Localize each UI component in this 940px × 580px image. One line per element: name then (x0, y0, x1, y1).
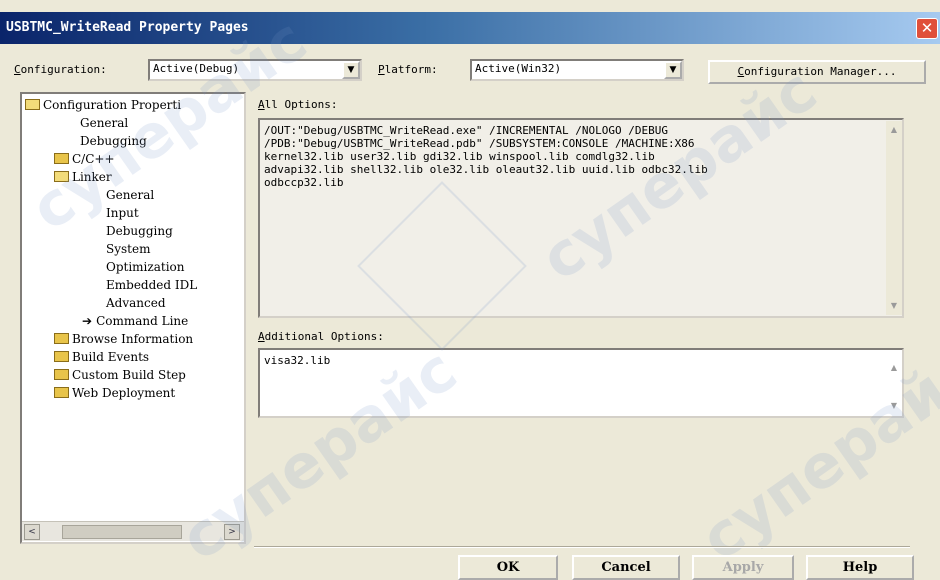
chevron-down-icon[interactable]: ▼ (886, 299, 902, 313)
tree-item-linker-input[interactable]: Input (106, 204, 139, 222)
tree-item-build-events[interactable]: Build Events (54, 348, 149, 366)
close-icon: ✕ (920, 19, 934, 37)
scroll-left-button[interactable]: < (24, 524, 40, 540)
tree-horizontal-scrollbar[interactable]: < > (22, 521, 244, 541)
folder-icon (54, 369, 69, 380)
window-title: USBTMC_WriteRead Property Pages (6, 20, 249, 35)
all-options-label: All Options: (258, 98, 338, 111)
tree-item-linker[interactable]: Linker (54, 168, 112, 186)
folder-open-icon (25, 99, 40, 110)
tree-item-linker-general[interactable]: General (106, 186, 154, 204)
chevron-down-icon: ▼ (347, 65, 355, 75)
chevron-left-icon: < (28, 527, 36, 537)
scroll-right-button[interactable]: > (224, 524, 240, 540)
property-pages-window: USBTMC_WriteRead Property Pages ✕ Config… (0, 0, 940, 580)
all-options-text[interactable]: /OUT:"Debug/USBTMC_WriteRead.exe" /INCRE… (258, 118, 904, 318)
tree-item-linker-debugging[interactable]: Debugging (106, 222, 173, 240)
title-bar: USBTMC_WriteRead Property Pages ✕ (0, 12, 940, 44)
tree-item-linker-advanced[interactable]: Advanced (106, 294, 166, 312)
platform-dropdown-button[interactable]: ▼ (664, 61, 682, 79)
additional-options-label: Additional Options: (258, 330, 384, 343)
tree-item-web-deployment[interactable]: Web Deployment (54, 384, 175, 402)
tree-item-custom-build-step[interactable]: Custom Build Step (54, 366, 186, 384)
chevron-right-icon: > (228, 527, 236, 537)
configuration-select[interactable]: Active(Debug) (148, 59, 362, 81)
configuration-dropdown-button[interactable]: ▼ (342, 61, 360, 79)
chevron-up-icon[interactable]: ▲ (886, 123, 902, 137)
chevron-up-icon[interactable]: ▲ (886, 361, 902, 375)
apply-button[interactable]: Apply (692, 555, 794, 580)
folder-icon (54, 387, 69, 398)
additional-options-input[interactable]: visa32.lib (258, 348, 904, 418)
tree-item-browse-information[interactable]: Browse Information (54, 330, 193, 348)
all-options-scrollbar[interactable]: ▲ ▼ (886, 121, 902, 315)
arrow-right-icon: ➔ (82, 314, 93, 328)
folder-open-icon (54, 171, 69, 182)
scroll-thumb[interactable] (62, 525, 182, 539)
tree-item-linker-command-line[interactable]: ➔ Command Line (82, 312, 188, 330)
configuration-manager-button[interactable]: Configuration Manager... (708, 60, 926, 84)
additional-options-scrollbar[interactable]: ▲ ▼ (886, 351, 902, 415)
tree-item-general[interactable]: General (80, 114, 128, 132)
tree-item-configuration-properties[interactable]: Configuration Properti (25, 96, 181, 114)
folder-icon (54, 333, 69, 344)
configuration-value: Active(Debug) (153, 62, 240, 75)
ok-button[interactable]: OK (458, 555, 558, 580)
folder-icon (54, 351, 69, 362)
tree-item-cpp[interactable]: C/C++ (54, 150, 115, 168)
platform-value: Active(Win32) (475, 62, 562, 75)
platform-label: Platform: (378, 63, 438, 76)
help-button[interactable]: Help (806, 555, 914, 580)
chevron-down-icon[interactable]: ▼ (886, 399, 902, 413)
button-divider (254, 546, 910, 548)
configuration-label: Configuration: (14, 63, 107, 76)
property-tree[interactable]: Configuration Properti General Debugging… (20, 92, 246, 544)
chevron-down-icon: ▼ (669, 65, 677, 75)
tree-item-linker-embedded-idl[interactable]: Embedded IDL (106, 276, 197, 294)
folder-icon (54, 153, 69, 164)
tree-item-linker-optimization[interactable]: Optimization (106, 258, 185, 276)
cancel-button[interactable]: Cancel (572, 555, 680, 580)
tree-item-linker-system[interactable]: System (106, 240, 150, 258)
tree-item-debugging[interactable]: Debugging (80, 132, 147, 150)
platform-select[interactable]: Active(Win32) (470, 59, 684, 81)
close-button[interactable]: ✕ (916, 18, 938, 39)
